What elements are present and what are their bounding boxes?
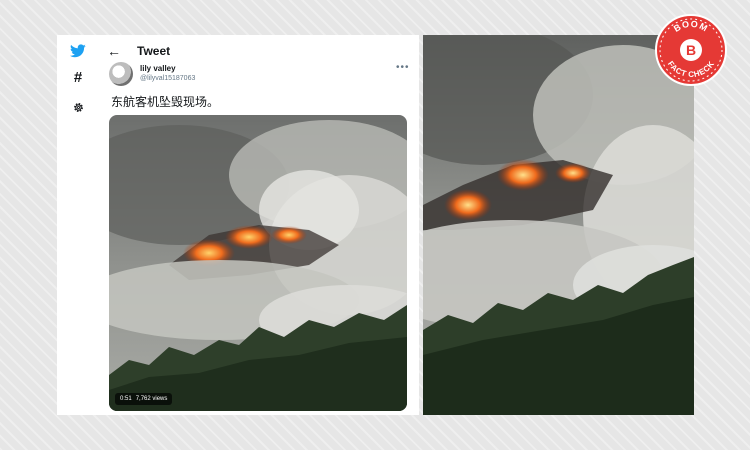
back-arrow-icon[interactable]: ←	[107, 43, 131, 59]
smoke-fire-photo	[423, 35, 694, 415]
boom-fact-check-badge: BOOM B FACT CHECK	[654, 13, 728, 87]
avatar[interactable]	[109, 62, 133, 86]
header-title: Tweet	[137, 44, 171, 58]
comparison-photo	[423, 35, 694, 415]
side-navigation: #	[57, 35, 101, 415]
smoke-fire-image	[109, 115, 407, 411]
video-views: 7,762 views	[135, 396, 168, 402]
video-stats: 0:51 7,762 views	[115, 393, 173, 405]
more-icon[interactable]: •••	[396, 62, 410, 73]
tweet-video[interactable]: 0:51 7,762 views	[109, 115, 407, 411]
tweet-text: 东航客机坠毁现场。	[111, 95, 220, 109]
tweet-header: ← Tweet	[107, 41, 407, 61]
gear-icon[interactable]	[68, 97, 88, 117]
display-name[interactable]: lily valley	[140, 64, 176, 73]
bird-icon[interactable]	[68, 41, 88, 61]
hashtag-icon[interactable]: #	[68, 67, 88, 87]
badge-letter: B	[686, 42, 696, 58]
tweet-screenshot: # ← Tweet lily valley @lilyval15187063 •…	[57, 35, 419, 415]
user-handle[interactable]: @lilyval15187063	[140, 75, 195, 82]
video-duration: 0:51	[120, 396, 132, 402]
